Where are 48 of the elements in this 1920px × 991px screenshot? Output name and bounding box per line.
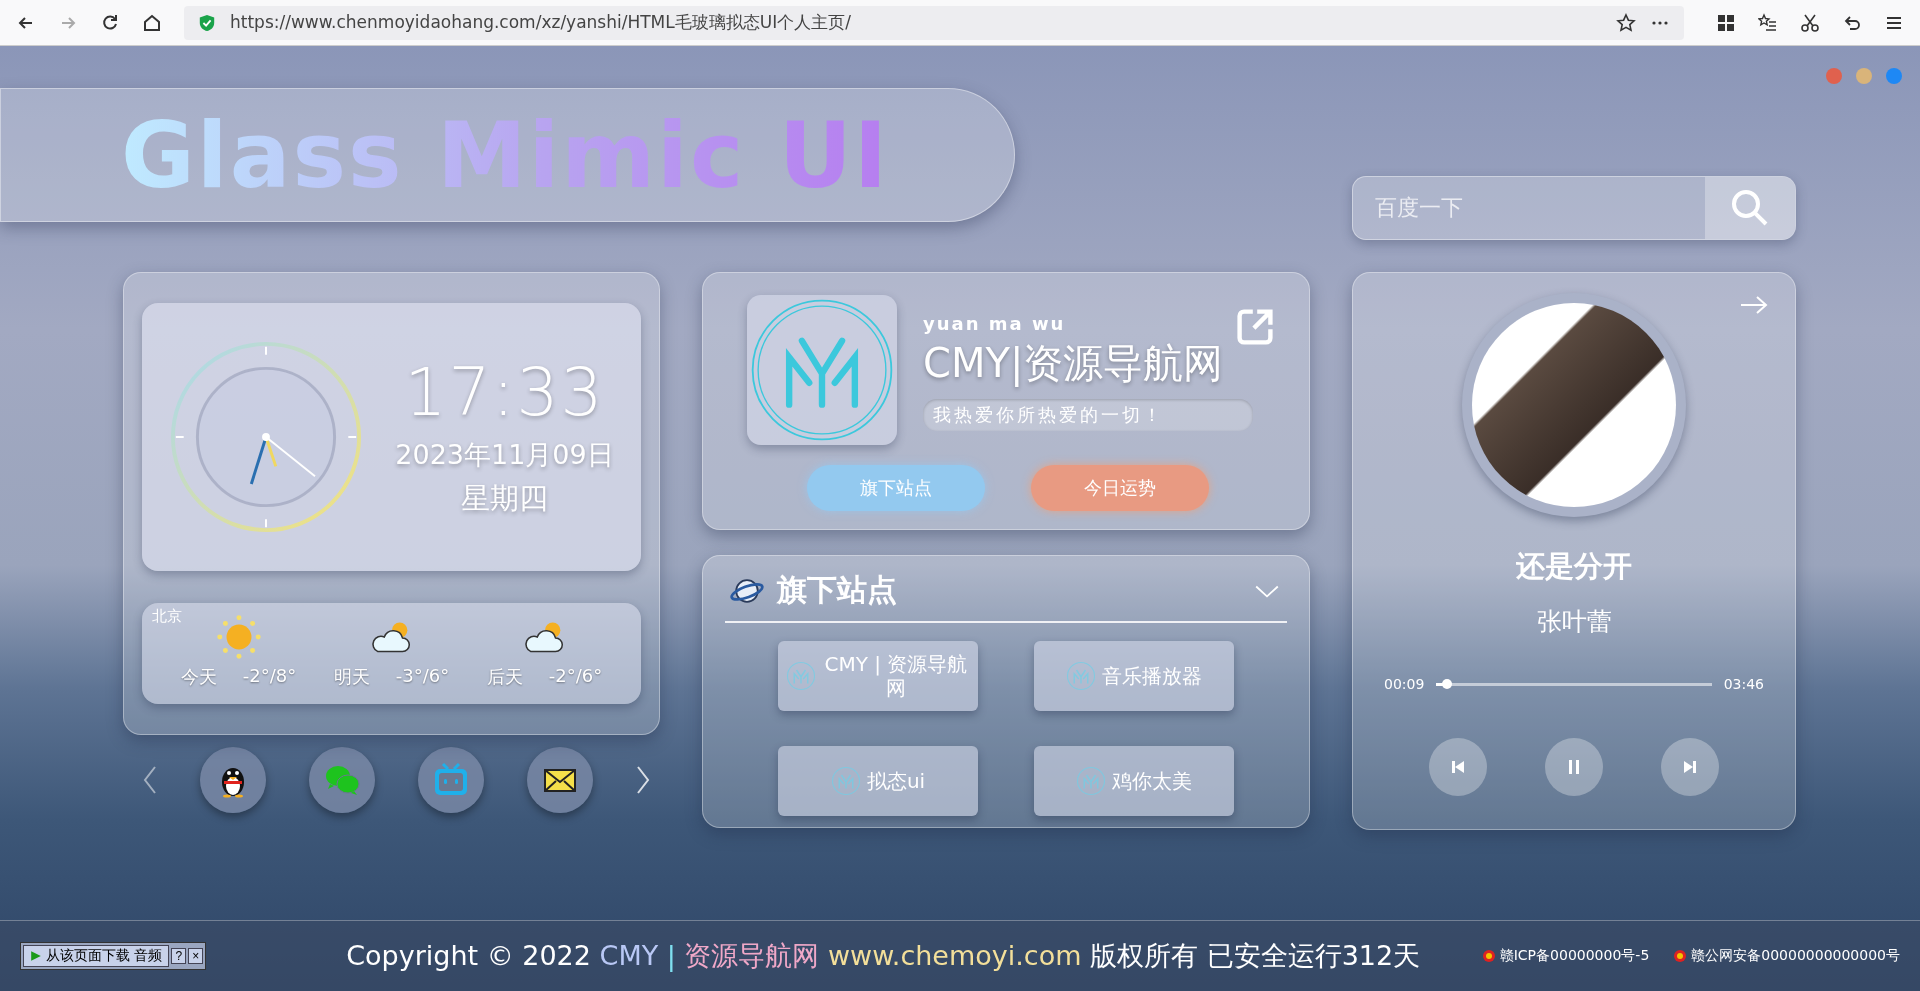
weather-city: 北京 — [152, 606, 182, 626]
social-button[interactable] — [527, 747, 593, 813]
social-button[interactable] — [200, 747, 266, 813]
sites-title: 旗下站点 — [777, 571, 897, 609]
window-dot[interactable] — [1856, 68, 1872, 84]
logo-icon — [1076, 766, 1106, 796]
police-badge-icon — [1673, 949, 1688, 963]
copyright-text: Copyright © 2022 CMY | 资源导航网 www.chemoyi.com 版权所有 已安全运行312天 — [346, 939, 1421, 974]
scissors-icon[interactable] — [1800, 12, 1820, 33]
elapsed-time: 00:09 — [1384, 676, 1425, 692]
logo-icon — [830, 766, 861, 796]
shield-icon — [198, 13, 216, 32]
search-input[interactable]: 百度一下 — [1353, 177, 1705, 239]
bookmarks-icon[interactable] — [1758, 12, 1778, 33]
weather-temperature: -2°/8° — [242, 664, 297, 688]
search-icon — [1730, 188, 1770, 228]
reload-icon[interactable] — [100, 12, 120, 33]
window-dot[interactable] — [1826, 68, 1842, 84]
url-text: https://www.chenmoyidaohang.com/xz/yanshi/HTML毛玻璃拟态UI个人主页/ — [230, 11, 851, 34]
play-icon — [30, 950, 42, 962]
logo-icon — [1066, 661, 1096, 691]
weather-temperature: -2°/6° — [548, 664, 603, 688]
site-pinyin: yuan ma wu — [923, 313, 1067, 334]
record-link[interactable]: 赣ICP备00000000号-5 — [1499, 947, 1650, 965]
sun-icon — [214, 612, 263, 661]
search-field[interactable]: 百度一下 — [1352, 176, 1796, 240]
record-link[interactable]: 赣公网安备00000000000000号 — [1691, 947, 1900, 965]
artist-name: 张叶蕾 — [1536, 606, 1612, 638]
police-badge-icon — [1481, 949, 1496, 963]
star-icon[interactable] — [1616, 12, 1636, 33]
weather-temperature: -3°/6° — [395, 664, 450, 688]
chevron-left-icon[interactable] — [143, 765, 157, 795]
total-time: 03:46 — [1723, 676, 1764, 692]
logo-icon — [786, 661, 816, 691]
window-dot[interactable] — [1886, 68, 1902, 84]
close-button[interactable]: × — [188, 948, 204, 964]
home-icon[interactable] — [142, 12, 162, 33]
progress-track[interactable] — [1436, 682, 1712, 686]
address-bar[interactable]: https://www.chenmoyidaohang.com/xz/yanshi/HTML毛玻璃拟态UI个人主页/ — [184, 5, 1684, 40]
song-title: 还是分开 — [1516, 548, 1632, 585]
chevron-right-icon[interactable] — [636, 765, 650, 795]
help-button[interactable]: ? — [171, 948, 187, 964]
grid-icon[interactable] — [1716, 12, 1736, 33]
weather-day: 今天 — [180, 664, 217, 689]
weather-day: 后天 — [486, 664, 523, 689]
download-audio-button[interactable]: 从该页面下载 音频 — [23, 945, 170, 967]
weather-day: 明天 — [333, 664, 370, 689]
site-name: CMY|资源导航网 — [923, 339, 1225, 389]
